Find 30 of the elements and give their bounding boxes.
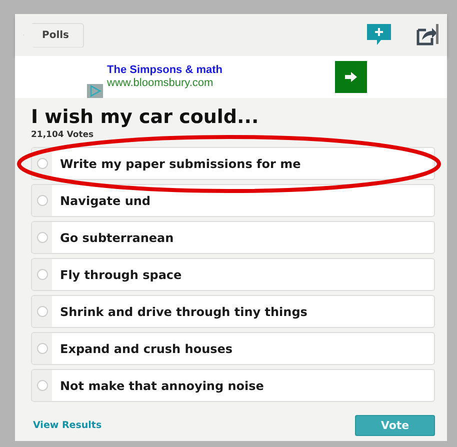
vote-count: 21,104 Votes (31, 130, 95, 140)
option-label: Not make that annoying noise (59, 378, 264, 395)
radio-button[interactable] (36, 158, 48, 169)
poll-option[interactable]: Fly through space (31, 258, 435, 291)
ad-url: www.bloomsbury.com (107, 77, 214, 90)
arrow-icon (344, 71, 358, 83)
ad-choices-icon[interactable] (87, 84, 103, 98)
option-label: Write my paper submissions for me (59, 156, 301, 173)
option-label: Go subterranean (59, 230, 174, 246)
radio-button[interactable] (36, 195, 48, 206)
option-label: Expand and crush houses (59, 340, 233, 358)
option-label: Navigate und (59, 192, 150, 210)
poll-option[interactable]: Shrink and drive through tiny things (31, 295, 435, 328)
option-label: Shrink and drive through tiny things (59, 304, 308, 321)
radio-button[interactable] (36, 232, 48, 243)
radio-button[interactable] (36, 306, 48, 317)
poll-option[interactable]: Write my paper submissions for me (31, 147, 435, 180)
option-label: Fly through space (59, 266, 182, 284)
back-button[interactable]: Polls (23, 22, 84, 48)
radio-button[interactable] (36, 269, 48, 280)
radio-button[interactable] (36, 343, 48, 354)
ad-title[interactable]: The Simpsons & math (107, 64, 223, 77)
ad-arrow-button[interactable] (335, 61, 367, 93)
radio-button[interactable] (36, 380, 48, 391)
poll-title: I wish my car could... (31, 106, 260, 128)
poll-option[interactable]: Not make that annoying noise (31, 369, 435, 402)
share-icon[interactable] (415, 23, 439, 47)
poll-option[interactable]: Go subterranean (31, 221, 435, 254)
poll-option[interactable]: Navigate und (31, 184, 435, 217)
poll-option[interactable]: Expand and crush houses (31, 332, 435, 365)
